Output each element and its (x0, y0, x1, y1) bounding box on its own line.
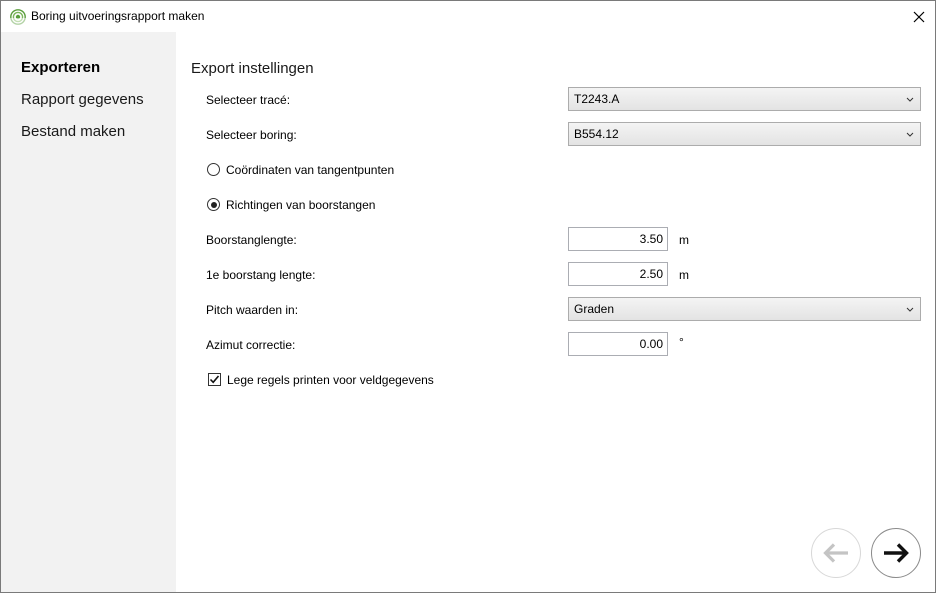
chevron-down-icon (904, 298, 916, 320)
empty-rows-checkbox[interactable] (208, 373, 221, 386)
rod-length-unit: m (679, 233, 689, 247)
trace-select[interactable]: T2243.A (568, 87, 921, 111)
boring-app-icon (10, 9, 26, 25)
arrow-left-icon (823, 543, 848, 563)
title-bar: Boring uitvoeringsrapport maken (1, 1, 935, 32)
pitch-unit-label: Pitch waarden in: (206, 303, 299, 317)
rod-length-label: Boorstanglengte: (206, 233, 297, 247)
boring-label: Selecteer boring: (206, 128, 297, 142)
window-title: Boring uitvoeringsrapport maken (31, 9, 205, 23)
arrow-right-icon (884, 543, 909, 563)
first-rod-length-unit: m (679, 268, 689, 282)
close-icon (913, 11, 925, 22)
trace-label: Selecteer tracé: (206, 93, 291, 107)
wizard-sidebar: Exporteren Rapport gegevens Bestand make… (1, 32, 176, 592)
boring-select-value: B554.12 (574, 127, 619, 141)
sidebar-item-exporteren[interactable]: Exporteren (21, 59, 100, 76)
sidebar-item-bestand-maken[interactable]: Bestand maken (21, 123, 125, 140)
close-button[interactable] (903, 1, 935, 32)
next-button[interactable] (871, 528, 921, 578)
chevron-down-icon (904, 88, 916, 110)
section-title: Export instellingen (191, 60, 314, 77)
first-rod-length-input[interactable] (568, 262, 668, 286)
checkmark-icon (209, 375, 220, 384)
trace-select-value: T2243.A (574, 92, 620, 106)
radio-rod-directions-label[interactable]: Richtingen van boorstangen (226, 198, 375, 212)
empty-rows-label[interactable]: Lege regels printen voor veldgegevens (227, 373, 434, 387)
boring-select[interactable]: B554.12 (568, 122, 921, 146)
radio-rod-directions[interactable] (207, 198, 220, 211)
chevron-down-icon (904, 123, 916, 145)
azimuth-unit: ° (679, 335, 684, 349)
pitch-unit-select-value: Graden (574, 302, 615, 316)
radio-coordinates-label[interactable]: Coördinaten van tangentpunten (226, 163, 394, 177)
azimuth-input[interactable] (568, 332, 668, 356)
rod-length-input[interactable] (568, 227, 668, 251)
sidebar-item-rapport-gegevens[interactable]: Rapport gegevens (21, 91, 144, 108)
first-rod-length-label: 1e boorstang lengte: (206, 268, 316, 282)
back-button[interactable] (811, 528, 861, 578)
pitch-unit-select[interactable]: Graden (568, 297, 921, 321)
dialog-window: Boring uitvoeringsrapport maken Exporter… (0, 0, 936, 593)
azimuth-label: Azimut correctie: (206, 338, 296, 352)
main-content: Export instellingen Selecteer tracé: T22… (176, 32, 935, 592)
radio-coordinates[interactable] (207, 163, 220, 176)
